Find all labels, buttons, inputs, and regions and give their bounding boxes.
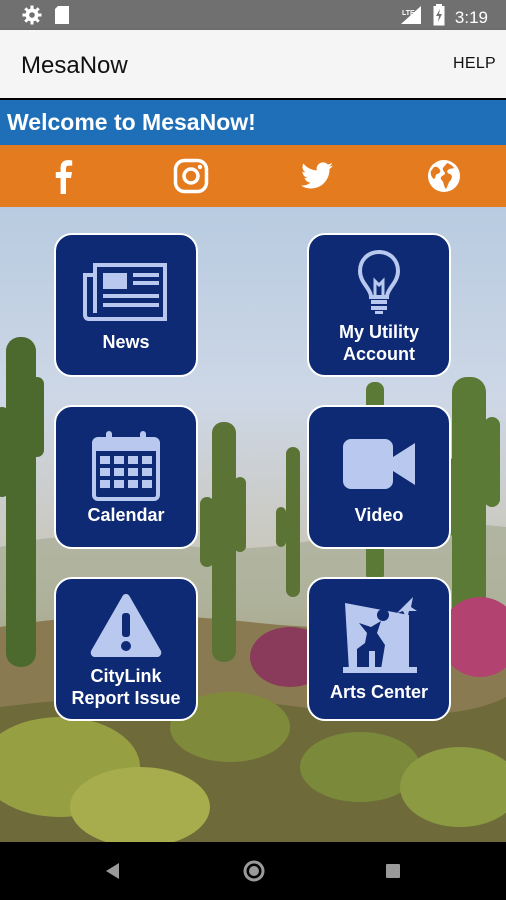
- tile-label: News: [102, 332, 150, 352]
- warning-icon: [89, 591, 163, 659]
- app-bar: MesaNow HELP: [0, 30, 506, 98]
- welcome-banner: Welcome to MesaNow!: [0, 100, 506, 145]
- desert-background: News My Utility Account Calendar Video C…: [0, 207, 506, 842]
- tile-label-line1: My Utility: [338, 322, 419, 342]
- newspaper-icon: [83, 261, 169, 323]
- citylink-report-issue-tile[interactable]: CityLink Report Issue: [54, 577, 198, 721]
- app-title: MesaNow: [21, 52, 128, 79]
- arts-center-icon: [337, 593, 421, 679]
- arts-center-tile[interactable]: Arts Center: [307, 577, 451, 721]
- facebook-icon[interactable]: [46, 158, 82, 194]
- news-tile[interactable]: News: [54, 233, 198, 377]
- tile-label-line2: Account: [343, 344, 415, 364]
- tile-label: Arts Center: [329, 682, 429, 702]
- help-button[interactable]: HELP: [453, 55, 496, 73]
- tile-label-line1: CityLink: [90, 666, 162, 686]
- system-navigation-bar: [0, 842, 506, 900]
- tile-label: My Utility Account: [309, 321, 449, 365]
- social-links-bar: [0, 145, 506, 207]
- instagram-icon[interactable]: [173, 158, 209, 194]
- home-icon[interactable]: [243, 860, 265, 887]
- tile-label-line2: Report Issue: [71, 688, 181, 708]
- settings-gear-icon: [22, 5, 42, 30]
- twitter-icon[interactable]: [299, 158, 335, 194]
- recent-apps-icon[interactable]: [385, 863, 401, 884]
- svg-text:LTE: LTE: [402, 10, 415, 17]
- sd-card-icon: [54, 5, 70, 30]
- clock-time: 3:19: [454, 7, 488, 27]
- my-utility-account-tile[interactable]: My Utility Account: [307, 233, 451, 377]
- battery-charging-icon: [433, 4, 445, 31]
- tile-label: CityLink Report Issue: [56, 665, 196, 709]
- tile-label: Video: [354, 505, 404, 525]
- status-bar: LTE 3:19: [0, 0, 506, 30]
- lightbulb-icon: [356, 249, 402, 315]
- calendar-icon: [91, 429, 161, 503]
- signal-lte-icon: LTE: [399, 5, 423, 30]
- back-icon[interactable]: [104, 862, 122, 885]
- tile-label: Calendar: [87, 505, 165, 525]
- globe-icon[interactable]: [426, 158, 462, 194]
- video-camera-icon: [341, 437, 417, 491]
- calendar-tile[interactable]: Calendar: [54, 405, 198, 549]
- video-tile[interactable]: Video: [307, 405, 451, 549]
